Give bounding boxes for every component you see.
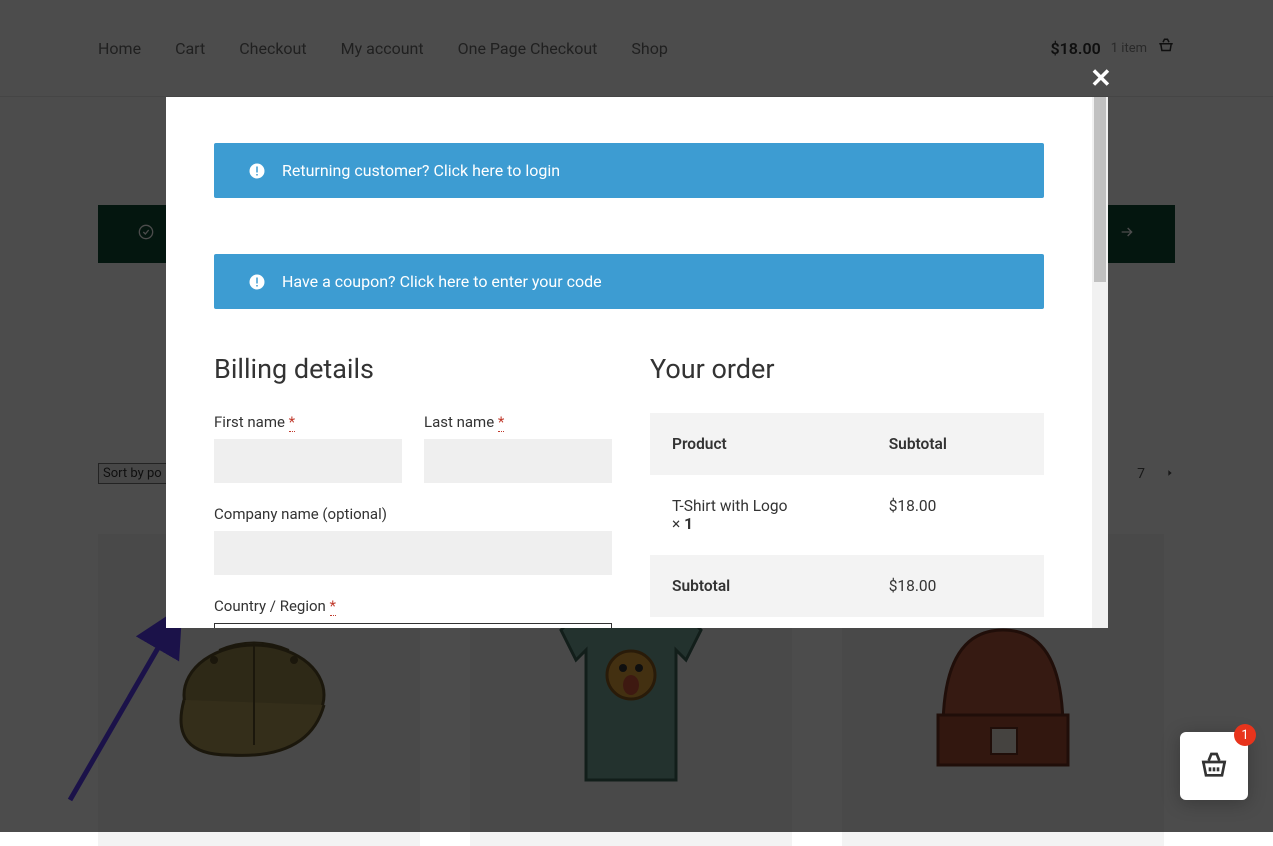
order-item-price: $18.00	[867, 475, 1044, 555]
coupon-notice-text: Have a coupon? Click here to enter your …	[282, 272, 602, 291]
th-product: Product	[650, 413, 867, 475]
floating-cart-button[interactable]: 1	[1180, 732, 1248, 800]
scrollbar-thumb[interactable]	[1094, 97, 1106, 282]
order-line-item: T-Shirt with Logo × 1 $18.00	[650, 475, 1044, 555]
checkout-modal: Returning customer? Click here to login …	[166, 97, 1108, 628]
coupon-link[interactable]: Click here to enter your code	[400, 272, 602, 291]
billing-title: Billing details	[214, 353, 612, 385]
order-item-qty: 1	[684, 515, 693, 533]
country-select[interactable]: United States (US)	[214, 623, 612, 628]
last-name-input[interactable]	[424, 439, 612, 483]
first-name-input[interactable]	[214, 439, 402, 483]
order-item-name: T-Shirt with Logo	[672, 497, 787, 515]
company-input[interactable]	[214, 531, 612, 575]
company-label: Company name (optional)	[214, 505, 612, 523]
th-subtotal: Subtotal	[867, 413, 1044, 475]
cart-badge: 1	[1234, 724, 1256, 746]
login-notice-text: Returning customer? Click here to login	[282, 161, 560, 180]
coupon-notice: Have a coupon? Click here to enter your …	[214, 254, 1044, 309]
order-subtotal-value: $18.00	[867, 555, 1044, 617]
info-icon	[248, 162, 266, 180]
order-subtotal-label: Subtotal	[650, 555, 867, 617]
order-title: Your order	[650, 353, 1044, 385]
first-name-label: First name *	[214, 413, 402, 431]
country-label: Country / Region *	[214, 597, 612, 615]
order-subtotal-row: Subtotal $18.00	[650, 555, 1044, 617]
info-icon	[248, 273, 266, 291]
login-notice: Returning customer? Click here to login	[214, 143, 1044, 198]
order-item-qty-prefix: ×	[672, 515, 684, 533]
login-link[interactable]: Click here to login	[433, 161, 560, 180]
order-table: Product Subtotal T-Shirt with Logo × 1 $…	[650, 413, 1044, 617]
modal-close-button[interactable]: ✕	[1090, 66, 1112, 92]
last-name-label: Last name *	[424, 413, 612, 431]
modal-scrollbar[interactable]	[1092, 97, 1108, 628]
